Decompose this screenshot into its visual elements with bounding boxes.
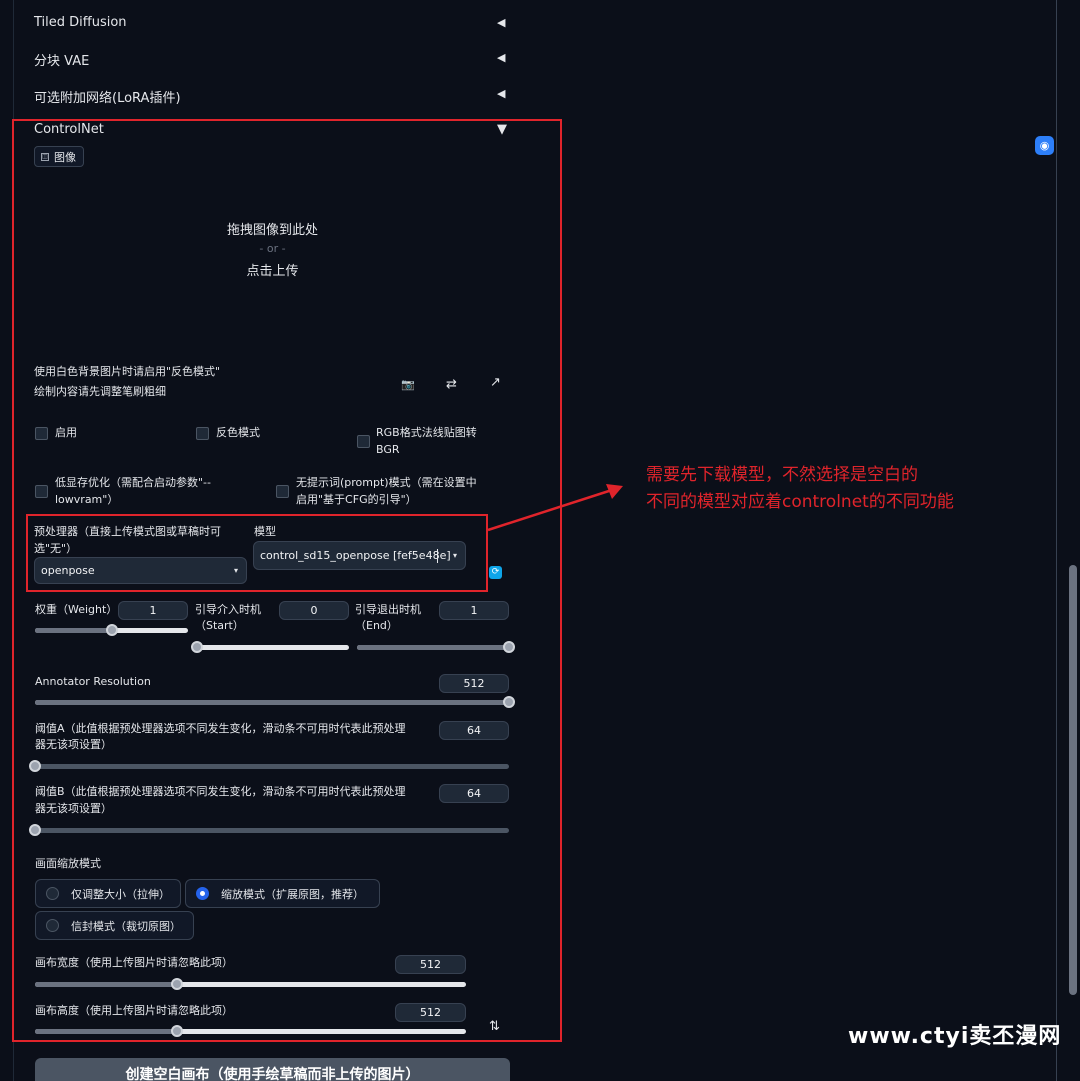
slider-thumb[interactable]	[29, 824, 41, 836]
slider-fill	[35, 628, 112, 633]
watermark-text: www.ctyi卖丕漫网	[848, 1024, 1062, 1049]
accordion-lora[interactable]: 可选附加网络(LoRA插件)	[34, 87, 181, 106]
slider-thumb[interactable]	[503, 696, 515, 708]
translate-icon[interactable]: ◉	[1035, 136, 1054, 155]
annotation-text-2: 不同的模型对应着controlnet的不同功能	[646, 492, 954, 512]
slider-thumb[interactable]	[29, 760, 41, 772]
collapse-arrow-icon[interactable]: ◀	[497, 16, 505, 29]
collapse-arrow-icon[interactable]: ◀	[497, 51, 505, 64]
annotation-box-model	[26, 514, 488, 592]
scrollbar-thumb[interactable]	[1069, 565, 1077, 995]
slider-thumb[interactable]	[191, 641, 203, 653]
accordion-tiled-vae[interactable]: 分块 VAE	[34, 50, 89, 69]
slider-thumb[interactable]	[503, 641, 515, 653]
slider-thumb[interactable]	[105, 624, 118, 636]
slider-fill	[357, 645, 509, 650]
slider-fill	[35, 1029, 178, 1034]
panel-right-border	[1056, 0, 1057, 1081]
create-blank-canvas-button[interactable]: 创建空白画布（使用手绘草稿而非上传的图片）	[35, 1058, 510, 1081]
collapse-arrow-icon[interactable]: ◀	[497, 87, 505, 100]
annotation-arrow	[487, 484, 623, 532]
slider-fill	[35, 700, 509, 705]
accordion-tiled-diffusion[interactable]: Tiled Diffusion	[34, 15, 127, 30]
annotation-text-1: 需要先下载模型，不然选择是空白的	[646, 465, 918, 485]
slider-fill	[35, 982, 178, 987]
